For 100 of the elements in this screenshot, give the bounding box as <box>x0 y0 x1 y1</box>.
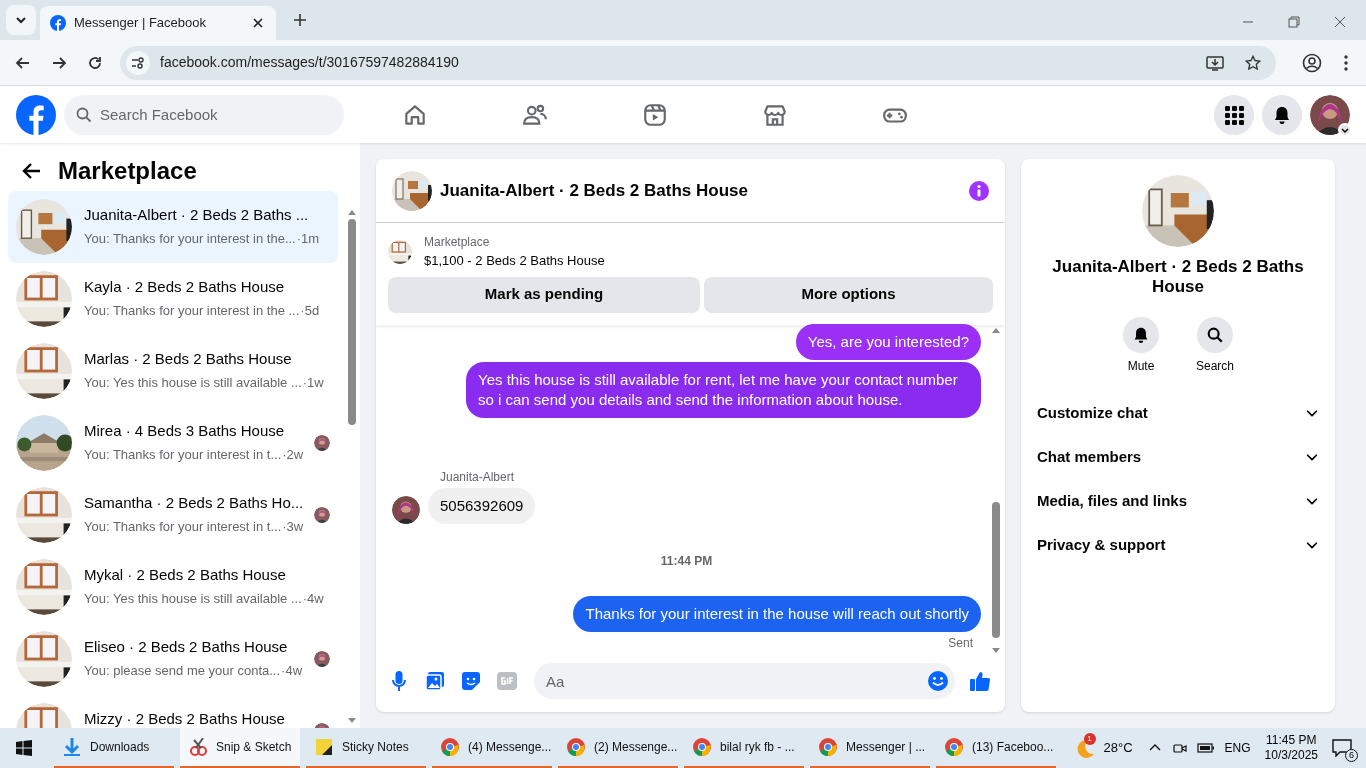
mark-pending-button[interactable]: Mark as pending <box>388 276 700 313</box>
taskbar-app[interactable]: bilal ryk fb - ... <box>684 728 804 768</box>
conversation-title: Juanita-Albert · 2 Beds 2 Baths ... <box>84 205 310 225</box>
scroll-down-icon[interactable] <box>348 718 356 724</box>
note-icon <box>314 737 334 757</box>
language-indicator[interactable]: ENG <box>1224 739 1251 757</box>
account-button[interactable] <box>1310 94 1350 135</box>
sent-message: Yes, are you interested? <box>795 324 981 360</box>
conversation-item[interactable]: Juanita-Albert · 2 Beds 2 Baths ... You: Thanks for your interest in the...·1m <box>8 191 338 263</box>
search-field[interactable]: Search Facebook <box>64 94 344 135</box>
url-text: facebook.com/messages/t/30167597482884190 <box>160 53 460 72</box>
more-options-button[interactable]: More options <box>704 276 993 313</box>
install-icon <box>1206 53 1224 72</box>
received-message: 5056392609 <box>428 488 536 524</box>
battery-icon <box>1196 742 1215 754</box>
taskbar-app[interactable]: (2) Messenge... <box>558 728 678 768</box>
sent-message: Thanks for your interest in the house will reach out shortly <box>573 596 981 632</box>
sticker-icon <box>461 671 481 691</box>
download-arrow-icon <box>62 737 82 757</box>
scroll-down-icon[interactable] <box>992 648 1000 654</box>
image-icon <box>425 671 445 691</box>
browser-icon <box>566 737 586 757</box>
close-icon <box>253 18 263 28</box>
apps-menu-button[interactable] <box>1214 94 1254 135</box>
message-time: ·2w <box>282 445 304 464</box>
grid-icon <box>1224 104 1244 125</box>
conversation-item[interactable]: Marlas · 2 Beds 2 Baths House You: Yes this house is still available ...·1w <box>8 335 338 407</box>
conversation-item[interactable]: Mykal · 2 Beds 2 Baths House You: Yes this house is still available ...·4w <box>8 551 338 623</box>
microphone-icon <box>392 671 406 691</box>
listing-label: Marketplace <box>424 234 491 251</box>
site-settings-icon <box>126 50 150 75</box>
message-preview: You: Yes this house is still available ... <box>84 373 302 392</box>
like-button[interactable] <box>969 669 993 693</box>
conversation-title: Eliseo · 2 Beds 2 Baths House <box>84 637 289 657</box>
emoji-button[interactable] <box>927 670 949 692</box>
restore-button[interactable] <box>1288 16 1300 28</box>
video-icon <box>642 101 668 128</box>
conversation-item[interactable]: Kayla · 2 Beds 2 Baths House You: Thanks for your interest in the ...·5d <box>8 263 338 335</box>
photo-button[interactable] <box>424 670 446 692</box>
taskbar-app[interactable]: Downloads <box>54 728 174 768</box>
search-icon <box>1206 326 1224 344</box>
info-button[interactable] <box>969 180 989 201</box>
section-header[interactable]: Customize chat <box>1029 391 1327 435</box>
message-time: ·4w <box>281 661 303 680</box>
plus-icon <box>293 13 307 27</box>
taskbar-app[interactable]: (13) Faceboo... <box>936 728 1056 768</box>
tab-list-button[interactable] <box>6 5 36 35</box>
caret-down-icon <box>15 14 27 26</box>
listing-title: $1,100 - 2 Beds 2 Baths House <box>424 252 605 270</box>
close-button[interactable] <box>1334 16 1346 28</box>
section-header[interactable]: Privacy & support <box>1029 523 1327 567</box>
clock[interactable]: 11:45 PM 10/3/2025 <box>1260 733 1322 763</box>
message-preview: You: Yes this house is still available ... <box>84 589 302 608</box>
conversation-item[interactable]: Samantha · 2 Beds 2 Baths Ho... You: Thanks for your interest in t...·3w <box>8 479 338 551</box>
notification-center-button[interactable]: 6 <box>1332 736 1356 760</box>
message-time: ·1w <box>302 373 324 392</box>
message-field[interactable]: Aa <box>534 663 955 699</box>
facebook-logo[interactable] <box>16 94 56 135</box>
section-header[interactable]: Chat members <box>1029 435 1327 479</box>
browser-tab[interactable]: Messenger | Facebook <box>40 6 276 40</box>
scroll-thumb[interactable] <box>992 502 1000 638</box>
reload-icon <box>87 54 103 71</box>
browser-icon <box>692 737 712 757</box>
tab-title: Messenger | Facebook <box>74 14 207 33</box>
conversation-name: Juanita-Albert · 2 Beds 2 Baths House <box>1051 257 1305 297</box>
arrow-left-icon <box>22 161 42 181</box>
arrow-left-icon <box>15 54 31 71</box>
scroll-up-icon[interactable] <box>348 209 356 215</box>
arrow-right-icon <box>51 54 67 71</box>
message-time: ·5d <box>300 301 320 320</box>
mute-button[interactable] <box>1123 317 1159 353</box>
scrollbar[interactable] <box>991 326 1001 654</box>
star-icon <box>1244 53 1262 72</box>
address-bar[interactable]: facebook.com/messages/t/30167597482884190 <box>120 45 1276 80</box>
conversation-title: Kayla · 2 Beds 2 Baths House <box>84 277 286 297</box>
gif-icon <box>497 672 517 690</box>
message-preview: You: Thanks for your interest in t... <box>84 445 282 464</box>
taskbar-app[interactable]: Messenger | ... <box>810 728 930 768</box>
scroll-thumb[interactable] <box>348 219 356 425</box>
scissors-icon <box>188 737 208 757</box>
start-icon <box>16 740 32 756</box>
taskbar-app[interactable]: Sticky Notes <box>306 728 426 768</box>
search-button[interactable] <box>1197 317 1233 353</box>
message-time: ·3w <box>282 517 304 536</box>
sticker-button[interactable] <box>460 670 482 692</box>
close-icon <box>1334 16 1346 28</box>
section-header[interactable]: Media, files and links <box>1029 479 1327 523</box>
scrollbar[interactable] <box>347 209 357 724</box>
notifications-button[interactable] <box>1262 94 1302 135</box>
sender-name: Juanita-Albert <box>440 469 516 486</box>
temperature[interactable]: 28°C <box>1103 738 1133 758</box>
conversation-item[interactable]: Mirea · 4 Beds 3 Baths House You: Thanks for your interest in t...·2w <box>8 407 338 479</box>
taskbar-app[interactable]: Snip & Sketch <box>180 728 300 768</box>
scroll-up-icon[interactable] <box>992 326 1000 333</box>
info-icon <box>969 180 989 201</box>
conversation-item[interactable]: Eliseo · 2 Beds 2 Baths House You: please send me your conta...·4w <box>8 623 338 695</box>
camera-icon <box>1172 741 1187 755</box>
action-label: Search <box>1196 358 1234 375</box>
notification-count: 6 <box>1345 749 1358 762</box>
taskbar-app[interactable]: (4) Messenge... <box>432 728 552 768</box>
